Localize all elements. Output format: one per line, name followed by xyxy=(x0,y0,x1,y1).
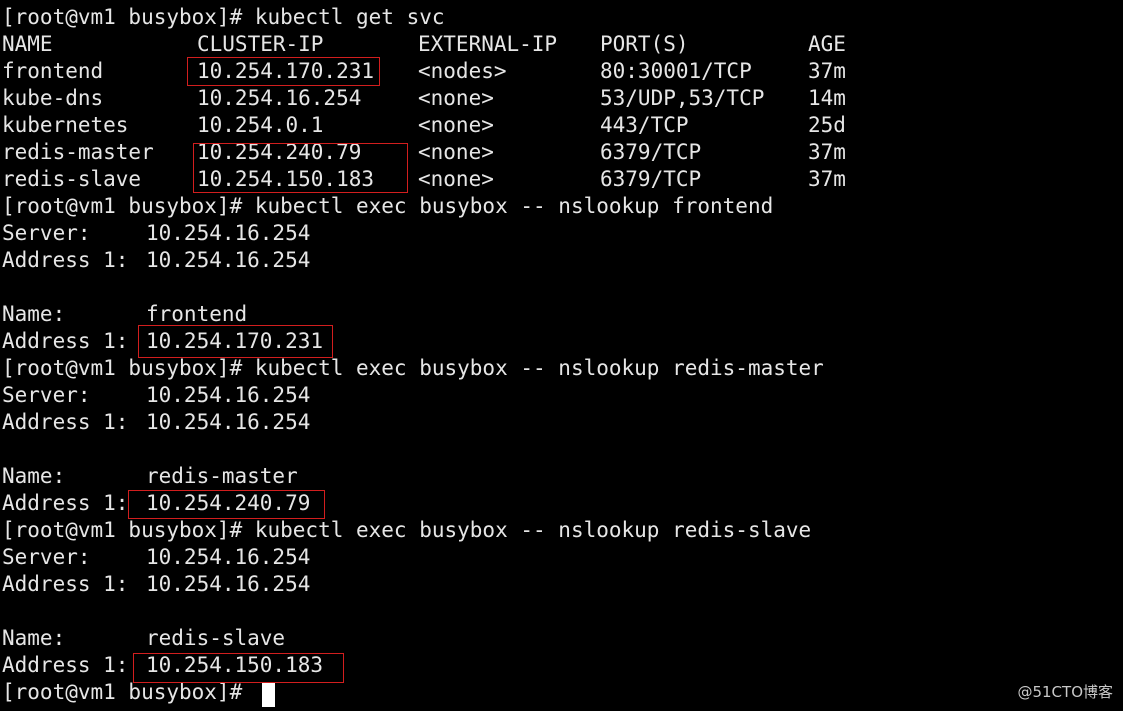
svc-ports: 6379/TCP xyxy=(600,167,702,191)
server-address-line: Address 1: 10.254.16.254 xyxy=(2,409,602,436)
svc-external-ip: <none> xyxy=(418,140,494,164)
svc-ports: 80:30001/TCP xyxy=(600,59,752,83)
header-ports: PORT(S) xyxy=(600,32,689,56)
terminal-window[interactable]: [root@vm1 busybox]# kubectl get svc NAME… xyxy=(0,0,1123,711)
header-name: NAME xyxy=(2,32,53,56)
svc-external-ip: <none> xyxy=(418,113,494,137)
server-value: 10.254.16.254 xyxy=(146,545,311,569)
address-label: Address 1: xyxy=(2,653,129,677)
server-address-value: 10.254.16.254 xyxy=(146,572,311,596)
svc-ports: 53/UDP,53/TCP xyxy=(600,86,765,110)
svc-table-header: NAME CLUSTER-IP EXTERNAL-IP PORT(S) AGE xyxy=(2,31,1102,58)
server-label: Server: xyxy=(2,383,91,407)
server-address-line: Address 1: 10.254.16.254 xyxy=(2,571,602,598)
name-line: Name: redis-master xyxy=(2,463,602,490)
server-value: 10.254.16.254 xyxy=(146,221,311,245)
highlight-box-frontend-ip xyxy=(187,57,380,86)
table-row: redis-slave 10.254.150.183 <none> 6379/T… xyxy=(2,166,1102,193)
highlight-box-frontend-lookup xyxy=(138,325,333,358)
svc-age: 25d xyxy=(808,113,846,137)
server-address-label: Address 1: xyxy=(2,410,129,434)
svc-cluster-ip: 10.254.0.1 xyxy=(197,113,324,137)
svc-name: frontend xyxy=(2,59,104,83)
server-label: Server: xyxy=(2,545,91,569)
svc-name: redis-slave xyxy=(2,167,142,191)
svc-external-ip: <none> xyxy=(418,167,494,191)
server-value: 10.254.16.254 xyxy=(146,383,311,407)
nslookup-redis-master-command: [root@vm1 busybox]# kubectl exec busybox… xyxy=(2,356,824,380)
table-row: frontend 10.254.170.231 <nodes> 80:30001… xyxy=(2,58,1102,85)
nslookup-redis-slave-command: [root@vm1 busybox]# kubectl exec busybox… xyxy=(2,518,812,542)
server-line: Server: 10.254.16.254 xyxy=(2,382,602,409)
server-line: Server: 10.254.16.254 xyxy=(2,544,602,571)
watermark-text: @51CTO博客 xyxy=(1017,683,1113,701)
server-address-value: 10.254.16.254 xyxy=(146,410,311,434)
svc-name: redis-master xyxy=(2,140,154,164)
server-line: Server: 10.254.16.254 xyxy=(2,220,602,247)
nslookup-frontend-command: [root@vm1 busybox]# kubectl exec busybox… xyxy=(2,194,774,218)
address-label: Address 1: xyxy=(2,329,129,353)
name-line: Name: redis-slave xyxy=(2,625,602,652)
svc-age: 37m xyxy=(808,59,846,83)
header-external-ip: EXTERNAL-IP xyxy=(418,32,558,56)
server-label: Server: xyxy=(2,221,91,245)
server-address-value: 10.254.16.254 xyxy=(146,248,311,272)
svc-age: 37m xyxy=(808,167,846,191)
name-label: Name: xyxy=(2,302,66,326)
svc-external-ip: <nodes> xyxy=(418,59,507,83)
svc-age: 37m xyxy=(808,140,846,164)
svc-ports: 443/TCP xyxy=(600,113,689,137)
table-row: kube-dns 10.254.16.254 <none> 53/UDP,53/… xyxy=(2,85,1102,112)
highlight-box-redis-ips xyxy=(193,143,408,193)
svc-age: 14m xyxy=(808,86,846,110)
highlight-box-redis-slave-lookup xyxy=(133,653,344,683)
name-label: Name: xyxy=(2,464,66,488)
server-address-label: Address 1: xyxy=(2,248,129,272)
name-value: redis-master xyxy=(146,464,298,488)
table-row: kubernetes 10.254.0.1 <none> 443/TCP 25d xyxy=(2,112,1102,139)
header-cluster-ip: CLUSTER-IP xyxy=(197,32,324,56)
highlight-box-redis-master-lookup xyxy=(128,490,325,519)
svc-external-ip: <none> xyxy=(418,86,494,110)
svc-ports: 6379/TCP xyxy=(600,140,702,164)
name-value: frontend xyxy=(146,302,248,326)
svc-name: kubernetes xyxy=(2,113,129,137)
svc-cluster-ip: 10.254.16.254 xyxy=(197,86,362,110)
name-line: Name: frontend xyxy=(2,301,602,328)
final-prompt: [root@vm1 busybox]# xyxy=(2,680,243,704)
address-label: Address 1: xyxy=(2,491,129,515)
server-address-label: Address 1: xyxy=(2,572,129,596)
svc-command-line: [root@vm1 busybox]# kubectl get svc xyxy=(2,5,445,29)
name-label: Name: xyxy=(2,626,66,650)
name-value: redis-slave xyxy=(146,626,286,650)
terminal-cursor[interactable] xyxy=(262,683,275,707)
server-address-line: Address 1: 10.254.16.254 xyxy=(2,247,602,274)
svc-name: kube-dns xyxy=(2,86,104,110)
header-age: AGE xyxy=(808,32,846,56)
table-row: redis-master 10.254.240.79 <none> 6379/T… xyxy=(2,139,1102,166)
